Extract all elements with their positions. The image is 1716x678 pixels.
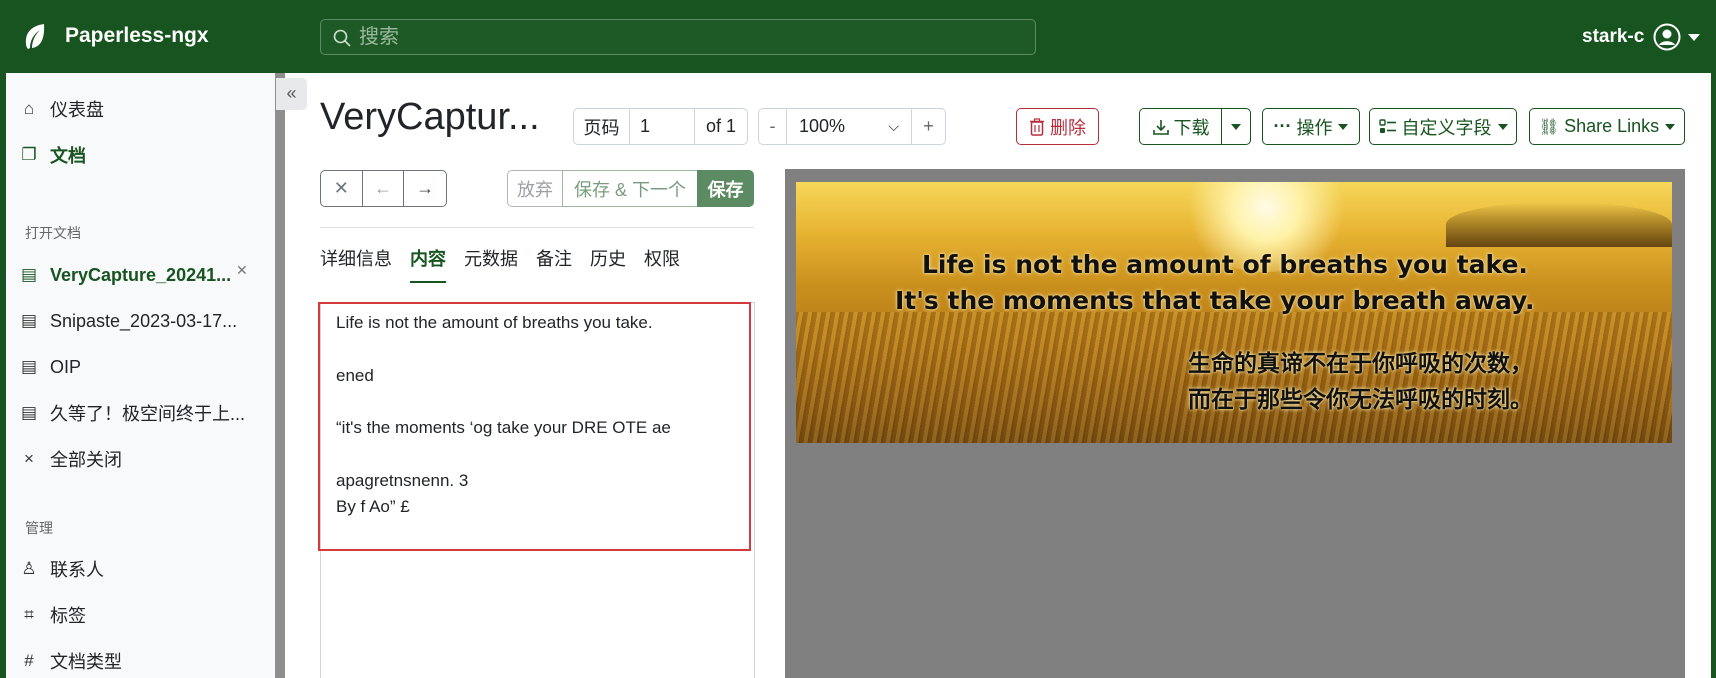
frame-edge-right: [1711, 73, 1716, 678]
page-count: of 1: [705, 116, 737, 136]
caret-down-icon: [1338, 123, 1349, 130]
preview-text-line: 而在于那些令你无法呼吸的时刻。: [1188, 387, 1533, 413]
download-label: 下载: [1173, 117, 1210, 138]
actions-button[interactable]: ··· 操作: [1262, 108, 1360, 145]
next-document-button[interactable]: →: [404, 171, 446, 206]
user-avatar-icon[interactable]: [1653, 23, 1681, 51]
save-button[interactable]: 保存: [697, 170, 754, 207]
open-doc-label: 久等了！极空间终于上...: [50, 404, 246, 424]
file-text-icon: ▤: [20, 403, 38, 422]
user-menu-caret-icon[interactable]: [1688, 34, 1700, 41]
caret-down-icon: [1665, 123, 1676, 130]
actions-label: 操作: [1296, 117, 1333, 138]
toolbar-divider: [320, 227, 754, 228]
collapse-sidebar-button[interactable]: «: [276, 78, 307, 110]
tab-metadata[interactable]: 元数据: [464, 245, 518, 283]
sidebar-open-doc-3[interactable]: ▤ OIP: [20, 353, 81, 381]
home-icon: ⌂: [23, 99, 35, 118]
leaf-logo-icon[interactable]: [22, 22, 48, 52]
distant-trees: [1446, 202, 1672, 247]
zoom-in-button[interactable]: +: [912, 109, 945, 144]
more-dots-icon: ···: [1273, 116, 1292, 136]
search-input[interactable]: [359, 20, 1019, 54]
sidebar-item-label: 文档: [50, 146, 86, 166]
tab-content[interactable]: 内容: [410, 245, 446, 283]
brand-name[interactable]: Paperless-ngx: [65, 24, 209, 48]
user-name[interactable]: stark-c: [1582, 26, 1644, 48]
zoom-out-button[interactable]: -: [759, 109, 787, 144]
trash-icon: [1030, 117, 1044, 136]
download-options-button[interactable]: [1221, 108, 1251, 145]
open-doc-label: Snipaste_2023-03-17...: [50, 310, 238, 331]
chevron-down-icon: ⌵: [888, 118, 899, 134]
zoom-control: - 100% ⌵ +: [758, 108, 946, 145]
sidebar-item-tags[interactable]: ⌗ 标签: [20, 601, 86, 629]
sidebar-open-doc-4[interactable]: ▤ 久等了！极空间终于上...: [20, 399, 245, 427]
close-doc-icon[interactable]: ✕: [236, 262, 248, 279]
sidebar-item-label: 联系人: [50, 560, 104, 580]
sidebar-open-doc-2[interactable]: ▤ Snipaste_2023-03-17...: [20, 307, 237, 335]
custom-fields-label: 自定义字段: [1401, 117, 1492, 138]
search-box[interactable]: [320, 19, 1036, 55]
manage-heading: 管理: [25, 520, 53, 536]
sidebar-item-document-types[interactable]: # 文档类型: [20, 647, 122, 675]
close-all-label: 全部关闭: [50, 450, 122, 470]
preview-text-line: 生命的真谛不在于你呼吸的次数，: [1188, 351, 1533, 377]
sidebar-item-label: 文档类型: [50, 652, 122, 672]
sidebar-divider: [275, 73, 285, 678]
sidebar-item-label: 标签: [50, 606, 86, 626]
search-icon: [333, 29, 351, 47]
delete-label: 删除: [1050, 117, 1086, 138]
top-navbar: Paperless-ngx stark-c: [0, 0, 1716, 73]
previous-document-button[interactable]: ←: [363, 171, 405, 206]
sidebar-item-documents[interactable]: ❐ 文档: [20, 141, 86, 169]
sidebar-item-correspondents[interactable]: ♙ 联系人: [20, 555, 104, 583]
zoom-value: 100%: [799, 116, 846, 136]
sidebar-open-doc-1[interactable]: ▤ VeryCapture_20241...: [20, 261, 231, 289]
download-icon: [1152, 119, 1169, 135]
delete-button[interactable]: 删除: [1016, 108, 1099, 145]
custom-fields-button[interactable]: 自定义字段: [1369, 108, 1517, 145]
file-text-icon: ▤: [20, 357, 38, 376]
close-icon: ×: [24, 449, 34, 468]
page-label: 页码: [574, 109, 630, 144]
doc-nav-group: ✕ ← →: [320, 170, 447, 207]
documents-icon: ❐: [21, 145, 37, 164]
open-doc-label: VeryCapture_20241...: [50, 264, 232, 285]
tags-icon: ⌗: [24, 605, 34, 624]
list-fields-icon: [1378, 118, 1396, 133]
open-doc-label: OIP: [50, 356, 82, 377]
person-icon: ♙: [21, 559, 37, 578]
file-text-icon: ▤: [20, 311, 38, 330]
link-icon: ⛓: [1538, 118, 1560, 136]
open-documents-heading: 打开文档: [25, 225, 81, 241]
discard-button[interactable]: 放弃: [507, 170, 563, 207]
sidebar-item-label: 仪表盘: [50, 100, 104, 120]
close-document-button[interactable]: ✕: [321, 171, 363, 206]
tab-history[interactable]: 历史: [590, 245, 626, 283]
tab-details[interactable]: 详细信息: [320, 245, 392, 283]
share-links-button[interactable]: ⛓ Share Links: [1529, 108, 1685, 145]
caret-down-icon: [1497, 123, 1508, 130]
preview-text-line: Life is not the amount of breaths you ta…: [922, 250, 1528, 279]
sidebar-close-all[interactable]: × 全部关闭: [20, 445, 122, 473]
annotation-highlight-box: [318, 302, 751, 551]
zoom-select[interactable]: 100% ⌵: [787, 109, 912, 144]
share-links-label: Share Links: [1564, 116, 1660, 136]
hash-icon: #: [24, 651, 34, 670]
tab-permissions[interactable]: 权限: [644, 245, 680, 283]
caret-down-icon: [1231, 123, 1241, 130]
tab-notes[interactable]: 备注: [536, 245, 572, 283]
document-title: VeryCaptur...: [320, 96, 540, 138]
file-text-icon: ▤: [20, 265, 38, 284]
preview-text-line: It's the moments that take your breath a…: [895, 286, 1535, 315]
document-tabs: 详细信息 内容 元数据 备注 历史 权限: [320, 245, 698, 285]
download-button[interactable]: 下载: [1139, 108, 1222, 145]
save-next-button[interactable]: 保存 & 下一个: [562, 170, 698, 207]
page-input[interactable]: 1: [630, 109, 695, 144]
page-navigator: 页码 1 of 1: [573, 108, 748, 145]
sidebar-item-dashboard[interactable]: ⌂ 仪表盘: [20, 95, 104, 123]
